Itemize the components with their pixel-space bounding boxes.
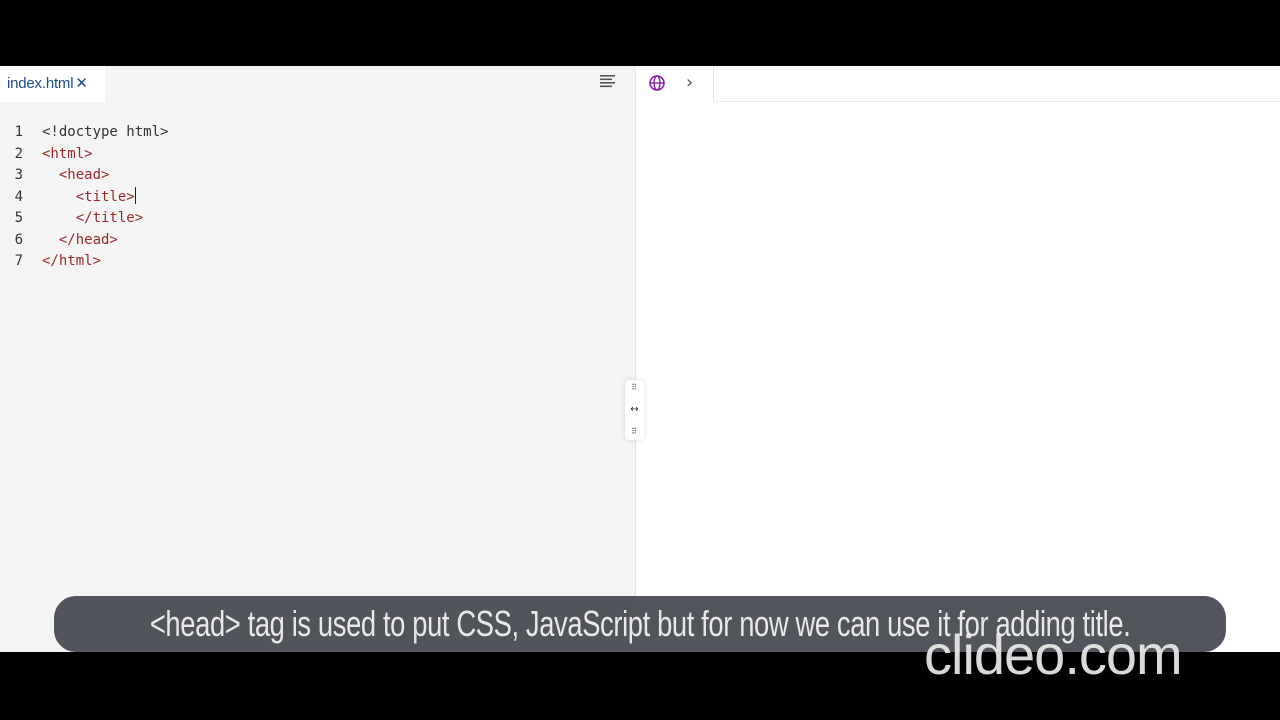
globe-icon[interactable] — [648, 74, 666, 92]
code-line[interactable]: </html> — [42, 251, 168, 273]
close-icon[interactable]: ✕ — [75, 75, 88, 91]
line-number: 1 — [14, 124, 23, 140]
line-number-gutter: 1 2 3 4 5 6 7 — [0, 122, 28, 273]
chevron-right-icon[interactable]: › — [686, 72, 693, 93]
code-line[interactable]: <html> — [42, 144, 168, 166]
file-tab-index-html[interactable]: index.html ✕ — [0, 66, 105, 102]
line-number: 6 — [14, 231, 23, 248]
file-tab-label: index.html — [7, 74, 74, 92]
resize-arrows-icon: ↔ — [630, 404, 639, 415]
code-line[interactable]: <!doctype html> — [42, 122, 168, 144]
preview-toolbar: › — [636, 66, 1280, 102]
format-align-icon[interactable] — [598, 72, 618, 90]
drag-dots-icon: ⠿ — [631, 427, 638, 436]
line-number: 3 — [14, 167, 23, 183]
code-line[interactable]: <head> — [42, 165, 168, 187]
drag-dots-icon: ⠿ — [631, 383, 638, 392]
code-editor-pane: index.html ✕ 1 2 3 4 5 6 7 <!doctype htm… — [0, 66, 636, 652]
line-number: 4 — [14, 188, 23, 205]
text-cursor — [134, 186, 136, 204]
code-line-cursor[interactable]: <title> — [42, 186, 168, 209]
code-text-area[interactable]: <!doctype html> <html> <head> <title> </… — [42, 122, 168, 273]
app-window: index.html ✕ 1 2 3 4 5 6 7 <!doctype htm… — [0, 66, 1280, 652]
code-line[interactable]: </head> — [42, 230, 168, 252]
line-number: 2 — [14, 145, 23, 162]
code-line[interactable]: </title> — [42, 208, 168, 230]
line-number: 7 — [14, 253, 23, 269]
pane-resize-handle[interactable]: ⠿ ↔ ⠿ — [625, 380, 644, 440]
watermark-logo: clideo.com — [924, 623, 1183, 686]
editor-tab-bar: index.html ✕ — [0, 66, 635, 102]
preview-url-bar[interactable] — [713, 66, 1280, 102]
preview-pane: › — [636, 66, 1280, 652]
code-line: <title> — [42, 188, 135, 205]
line-number: 5 — [14, 210, 23, 226]
